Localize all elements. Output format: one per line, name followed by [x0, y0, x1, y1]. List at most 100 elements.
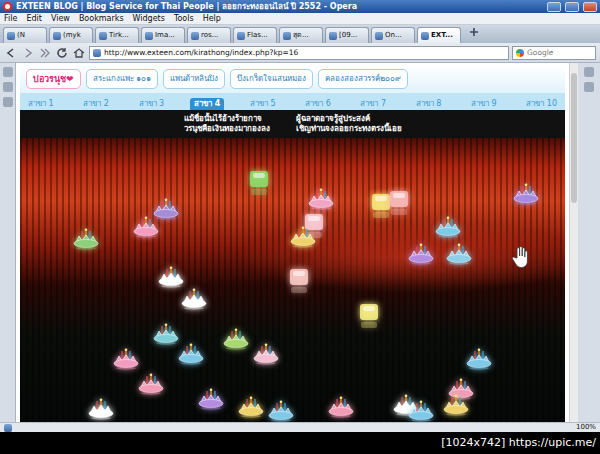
menu-item[interactable]: Edit	[26, 14, 42, 24]
lotus-krathong-icon	[223, 328, 249, 350]
scroll-thumb[interactable]	[571, 73, 577, 203]
krathong[interactable]	[153, 323, 179, 345]
branch-tab[interactable]: สาขา 5	[246, 98, 280, 110]
window-title: EXTEEN BLOG | Blog Service for Thai Peop…	[16, 2, 357, 11]
minimize-icon[interactable]	[547, 2, 561, 12]
browser-tab[interactable]: Ima...	[141, 27, 185, 43]
browser-tab[interactable]: สุด...	[279, 27, 323, 43]
floating-lantern[interactable]	[358, 303, 380, 329]
scrollbar[interactable]	[569, 63, 578, 422]
tab-label: ros...	[201, 31, 218, 39]
krathong[interactable]	[513, 183, 539, 205]
branch-tab[interactable]: สาขา 9	[467, 98, 501, 110]
tab-label: On...	[385, 31, 402, 39]
browser-tab[interactable]: Tirk...	[95, 27, 139, 43]
krathong[interactable]	[88, 398, 114, 420]
krathong[interactable]	[138, 373, 164, 395]
lotus-krathong-icon	[153, 323, 179, 345]
site-nav-button[interactable]: บึงเกร็ดใจแสนหมอง	[230, 69, 313, 89]
krathong[interactable]	[408, 243, 434, 265]
maximize-icon[interactable]	[565, 2, 579, 12]
krathong[interactable]	[435, 216, 461, 238]
branch-tab[interactable]: สาขา 4	[190, 98, 224, 110]
branch-tab[interactable]: สาขา 6	[301, 98, 335, 110]
bookmarks-icon[interactable]	[3, 67, 13, 77]
plus-icon[interactable]	[584, 67, 594, 77]
close-icon[interactable]	[583, 2, 597, 12]
menu-item[interactable]: File	[4, 14, 17, 24]
krathong[interactable]	[446, 243, 472, 265]
fast-forward-icon[interactable]	[38, 46, 52, 60]
river-canvas[interactable]	[20, 138, 565, 422]
krathong[interactable]	[198, 388, 224, 410]
krathong[interactable]	[443, 394, 469, 416]
branch-tab[interactable]: สาขา 3	[135, 98, 169, 110]
site-nav-button[interactable]: แพนด้าหลินปิง	[163, 69, 225, 89]
browser-tab[interactable]: ros...	[187, 27, 231, 43]
poem-column: ผู้ฉลาดอาจรู้สู่ประสงค์เชิญท่านจงลอยกระท…	[296, 114, 402, 134]
menu-item[interactable]: Help	[203, 14, 221, 24]
site-nav-button[interactable]: บ่อวรนุช❤	[26, 69, 81, 89]
branch-tab[interactable]: สาขา 7	[356, 98, 390, 110]
browser-tab[interactable]: EXT...	[417, 27, 461, 43]
krathong[interactable]	[448, 378, 474, 400]
search-field[interactable]: Google	[512, 46, 596, 60]
site-nav-button[interactable]: สระแกงแพะ ๑๐๑	[86, 69, 159, 89]
favicon-icon	[421, 32, 429, 40]
site-nav-button[interactable]: คลองสองสวรรค์๒๐๐๙	[318, 69, 408, 89]
krathong[interactable]	[466, 348, 492, 370]
back-icon[interactable]	[4, 46, 18, 60]
reload-icon[interactable]	[55, 46, 69, 60]
zoom-level[interactable]: 100%	[576, 423, 596, 431]
krathong[interactable]	[223, 328, 249, 350]
lotus-krathong-icon	[133, 216, 159, 238]
branch-tab[interactable]: สาขา 8	[412, 98, 446, 110]
branch-tab[interactable]: สาขา 10	[522, 98, 561, 110]
browser-tab[interactable]: (myk	[49, 27, 93, 43]
floating-lantern[interactable]	[370, 193, 392, 219]
krathong[interactable]	[328, 396, 354, 418]
home-icon[interactable]	[72, 46, 86, 60]
widget-icon[interactable]	[584, 82, 594, 92]
poem-line: ผู้ฉลาดอาจรู้สู่ประสงค์	[296, 114, 402, 124]
browser-tab[interactable]: [09...	[325, 27, 369, 43]
lotus-krathong-icon	[88, 398, 114, 420]
krathong[interactable]	[73, 228, 99, 250]
krathong[interactable]	[408, 400, 434, 422]
lotus-krathong-icon	[443, 394, 469, 416]
krathong[interactable]	[253, 343, 279, 365]
krathong[interactable]	[308, 188, 334, 210]
lotus-krathong-icon	[198, 388, 224, 410]
krathong[interactable]	[238, 396, 264, 418]
floating-lantern[interactable]	[248, 170, 270, 196]
forward-icon[interactable]	[21, 46, 35, 60]
menu-item[interactable]: Bookmarks	[79, 14, 124, 24]
menu-item[interactable]: Widgets	[133, 14, 165, 24]
krathong[interactable]	[290, 226, 316, 248]
lotus-krathong-icon	[466, 348, 492, 370]
branch-tab[interactable]: สาขา 1	[24, 98, 58, 110]
url-field[interactable]: http://www.exteen.com/kirathong/index.ph…	[89, 46, 509, 60]
favicon-icon	[329, 32, 337, 40]
krathong[interactable]	[153, 198, 179, 220]
menu-item[interactable]: Tools	[174, 14, 194, 24]
krathong[interactable]	[113, 348, 139, 370]
floating-lantern[interactable]	[303, 213, 325, 239]
menu-item[interactable]: View	[51, 14, 70, 24]
browser-tab[interactable]: Flas...	[233, 27, 277, 43]
notes-icon[interactable]	[3, 82, 13, 92]
krathong[interactable]	[158, 266, 184, 288]
browser-tab[interactable]: On...	[371, 27, 415, 43]
floating-lantern[interactable]	[388, 190, 410, 216]
krathong[interactable]	[268, 400, 294, 422]
status-icon[interactable]	[4, 424, 12, 432]
krathong[interactable]	[181, 288, 207, 310]
browser-tab[interactable]: (N	[3, 27, 47, 43]
krathong[interactable]	[178, 343, 204, 365]
floating-lantern[interactable]	[288, 268, 310, 294]
krathong[interactable]	[133, 216, 159, 238]
lantern-icon	[358, 303, 380, 329]
new-tab-icon[interactable]	[467, 25, 481, 39]
branch-tab[interactable]: สาขา 2	[79, 98, 113, 110]
history-icon[interactable]	[3, 97, 13, 107]
